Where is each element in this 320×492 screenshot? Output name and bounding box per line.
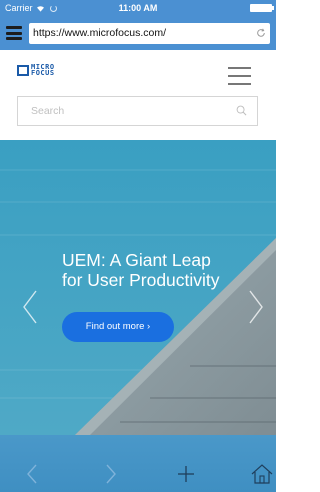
logo-mark [17,64,29,76]
status-time: 11:00 AM [118,3,158,13]
back-icon[interactable] [21,462,45,486]
chevron-left-icon[interactable] [22,290,38,324]
forward-icon[interactable] [98,462,122,486]
site-header: MICRO FOCUS [0,50,276,140]
hamburger-icon[interactable] [228,67,251,85]
hero-banner: UEM: A Giant Leap for User Productivity … [0,140,276,435]
home-icon[interactable] [250,462,274,486]
browser-toolbar: https://www.microfocus.com/ [0,16,276,50]
reload-icon[interactable] [256,28,266,38]
site-logo[interactable]: MICRO FOCUS [17,64,55,77]
browser-bottom-toolbar [0,435,276,492]
search-input[interactable] [18,97,233,125]
hero-title-line-1: UEM: A Giant Leap [62,250,211,270]
logo-text: MICRO FOCUS [31,64,55,77]
search-box [17,96,258,126]
url-field[interactable]: https://www.microfocus.com/ [29,23,270,44]
logo-line-2: FOCUS [31,69,55,77]
url-text: https://www.microfocus.com/ [33,27,167,39]
search-icon[interactable] [236,105,247,116]
menu-icon[interactable] [6,26,24,40]
status-bar: Carrier 11:00 AM [0,0,276,16]
battery-icon [250,4,274,12]
chevron-right-icon[interactable] [248,290,264,324]
plus-icon[interactable] [174,462,198,486]
hero-title: UEM: A Giant Leap for User Productivity [62,250,262,290]
find-out-more-button[interactable]: Find out more › [62,312,174,342]
hero-title-line-2: for User Productivity [62,270,220,290]
